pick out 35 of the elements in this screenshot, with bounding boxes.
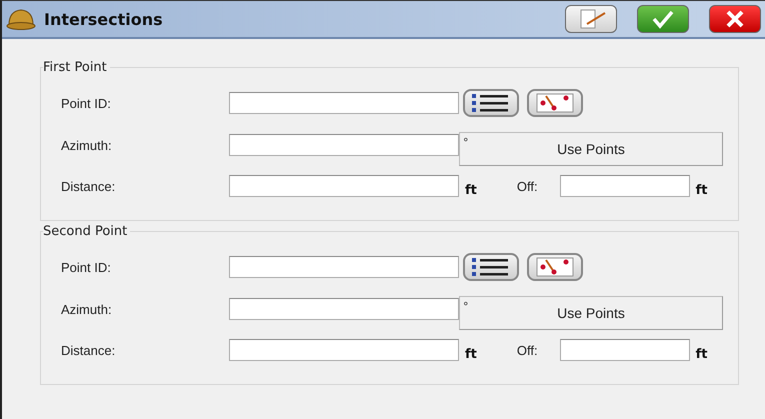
unit-label: ft	[464, 182, 477, 198]
unit-label: °	[463, 300, 468, 313]
field-label: Point ID:	[60, 260, 112, 274]
map-points-icon	[535, 92, 575, 114]
field-label: Point ID:	[60, 96, 112, 110]
field-label: Off:	[516, 178, 538, 194]
hard-hat-icon	[6, 7, 36, 31]
field-label: Distance:	[60, 342, 116, 358]
accept-button[interactable]	[637, 5, 689, 33]
notes-button[interactable]	[565, 5, 617, 33]
field-label: Azimuth:	[60, 138, 113, 152]
list-button[interactable]	[463, 89, 519, 117]
input-field[interactable]	[229, 339, 459, 361]
close-icon	[725, 9, 745, 29]
map-button[interactable]	[527, 253, 583, 281]
input-field[interactable]	[560, 175, 690, 197]
input-field[interactable]	[229, 256, 459, 278]
unit-label: ft	[694, 182, 708, 198]
checkmark-icon	[651, 9, 675, 29]
map-points-icon	[535, 256, 575, 278]
input-field[interactable]	[229, 175, 459, 197]
unit-label: ft	[694, 346, 708, 362]
input-field[interactable]	[229, 92, 459, 114]
close-button[interactable]	[709, 5, 761, 33]
input-field[interactable]	[229, 298, 459, 320]
field-label: Off:	[516, 342, 538, 358]
input-field[interactable]	[560, 339, 690, 361]
field-label: Azimuth:	[60, 302, 113, 316]
list-button[interactable]	[463, 253, 519, 281]
input-field[interactable]	[229, 134, 459, 156]
unit-label: ft	[464, 346, 477, 362]
window-title: Intersections	[44, 10, 164, 28]
field-label: Distance:	[60, 178, 116, 194]
unit-label: °	[463, 136, 468, 149]
map-button[interactable]	[527, 89, 583, 117]
